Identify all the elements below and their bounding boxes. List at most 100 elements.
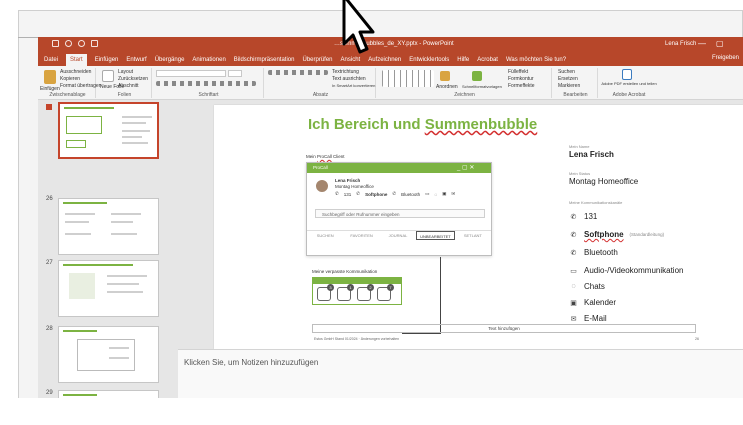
bluetooth-icon: ✆	[392, 191, 397, 196]
slide-marker-icon	[46, 104, 52, 110]
extension-value: 131	[343, 191, 352, 197]
slide-thumbnail-pane[interactable]: 26 27 28 29	[38, 100, 168, 420]
tab-suchen[interactable]: SUCHEN	[307, 231, 343, 240]
missed-call-icon[interactable]: 3	[317, 284, 334, 301]
tab-start[interactable]: Start	[66, 54, 87, 66]
editing-label: Bearbeiten	[563, 92, 588, 98]
chat-icon[interactable]: ◌	[434, 192, 437, 197]
missed-chat-icon[interactable]: 2	[357, 284, 374, 301]
save-icon[interactable]	[52, 40, 59, 47]
mail-icon[interactable]: ✉	[451, 191, 455, 197]
quick-styles-icon[interactable]	[472, 71, 482, 81]
copy-button[interactable]: Kopieren	[60, 76, 80, 82]
undo-icon[interactable]	[65, 40, 72, 47]
new-slide-icon[interactable]	[102, 70, 114, 82]
slide-page-number: 26	[695, 337, 699, 341]
thumbnail-number: 26	[46, 196, 53, 202]
tab-acrobat[interactable]: Acrobat	[477, 57, 498, 63]
shape-fill-button[interactable]: Fülleffekt	[508, 69, 528, 75]
shape-outline-button[interactable]: Formkontur	[508, 76, 534, 82]
slides-label: Folien	[117, 92, 132, 98]
minimize-button[interactable]: —	[698, 39, 706, 48]
tab-bildschirmpraesentation[interactable]: Bildschirmpräsentation	[234, 57, 295, 63]
missed-video-icon[interactable]: 1	[337, 284, 354, 301]
quick-styles-button[interactable]: Schnellformatvorlagen	[462, 84, 502, 89]
arrange-icon[interactable]	[440, 71, 450, 81]
reset-button[interactable]: Zurücksetzen	[118, 76, 148, 82]
ribbon: Einfügen Ausschneiden Kopieren Format üb…	[38, 66, 743, 100]
paste-icon[interactable]	[44, 70, 56, 84]
replace-button[interactable]: Ersetzen	[558, 76, 578, 82]
phone-icon: ✆	[356, 191, 361, 196]
video-icon[interactable]: ▭	[425, 191, 429, 197]
create-pdf-button[interactable]: Adobe PDF erstellen und teilen	[600, 81, 658, 86]
tab-datei[interactable]: Datei	[44, 57, 58, 63]
align-text-button[interactable]: Text ausrichten	[332, 76, 366, 82]
channel-calendar: ▣ Kalender	[570, 298, 617, 307]
calendar-icon[interactable]: ▣	[442, 191, 446, 197]
thumbnail-scrollbar[interactable]	[168, 100, 173, 417]
thumbnail-slide-28[interactable]	[58, 326, 159, 383]
font-format-icons[interactable]	[156, 81, 256, 86]
tab-hilfe[interactable]: Hilfe	[457, 57, 469, 63]
font-size-box[interactable]	[228, 70, 242, 77]
select-button[interactable]: Markieren	[558, 83, 580, 89]
adobe-group: Adobe PDF erstellen und teilen Adobe Acr…	[600, 68, 658, 98]
shape-effects-button[interactable]: Formeffekte	[508, 83, 535, 89]
start-presentation-icon[interactable]	[91, 40, 98, 47]
procall-window-controls[interactable]: _ ▢ ✕	[457, 164, 474, 171]
tab-favoriten[interactable]: FAVORITEN	[343, 231, 379, 240]
thumbnail-slide-26[interactable]	[58, 198, 159, 255]
tab-einfuegen[interactable]: Einfügen	[95, 57, 119, 63]
account-name[interactable]: Lena Frisch	[665, 41, 696, 47]
layout-button[interactable]: Layout	[118, 69, 133, 75]
format-painter-button[interactable]: Format übertragen	[60, 83, 101, 89]
tab-setlant[interactable]: SETLANT	[455, 231, 491, 240]
smartart-button[interactable]: In SmartArt konvertieren	[332, 83, 375, 88]
share-button[interactable]: Freigeben	[712, 55, 739, 61]
title-text-part1: Ich Bereich und	[308, 116, 425, 133]
tell-me-search[interactable]: Was möchten Sie tun?	[506, 57, 566, 63]
procall-user-status[interactable]: Montag Homeoffice	[335, 184, 374, 189]
tab-uebergaenge[interactable]: Übergänge	[155, 57, 185, 63]
video-icon: ▭	[570, 267, 577, 275]
thumbnail-slide-27[interactable]	[58, 260, 159, 317]
tab-journal[interactable]: JOURNAL	[380, 231, 416, 240]
mouse-cursor-icon	[342, 0, 375, 54]
redo-icon[interactable]	[78, 40, 85, 47]
shapes-gallery[interactable]	[382, 70, 434, 87]
summary-bubble[interactable]: 3 1 2 7	[312, 277, 402, 305]
status-value: Montag Homeoffice	[569, 177, 639, 186]
powerpoint-window: …sammenbubbles_de_XY.pptx - PowerPoint L…	[38, 37, 743, 425]
arrange-button[interactable]: Anordnen	[436, 84, 458, 90]
slide-canvas[interactable]: Ich Bereich und Summenbubble Mein ProCal…	[214, 105, 743, 349]
missed-mail-icon[interactable]: 7	[377, 284, 394, 301]
procall-client-label: Mein ProCall Client	[306, 154, 345, 159]
tab-ueberpruefen[interactable]: Überprüfen	[302, 57, 332, 63]
channel-email: ✉ E-Mail	[570, 314, 607, 323]
font-name-box[interactable]	[156, 70, 226, 77]
adobe-pdf-icon[interactable]	[622, 69, 632, 80]
bluetooth-value[interactable]: Bluetooth	[401, 192, 420, 197]
avatar[interactable]	[315, 179, 329, 193]
softphone-value[interactable]: Softphone	[365, 192, 387, 197]
tab-animationen[interactable]: Animationen	[192, 57, 225, 63]
tab-entwicklertools[interactable]: Entwicklertools	[409, 57, 449, 63]
thumbnail-slide-25[interactable]	[58, 102, 159, 159]
maximize-button[interactable]: ▢	[716, 39, 724, 48]
tab-unbearbeitet[interactable]: UNBEARBEITET	[416, 231, 455, 240]
cut-button[interactable]: Ausschneiden	[60, 69, 91, 75]
procall-search-input[interactable]: Suchbegriff oder Rufnummer eingeben	[315, 209, 485, 218]
section-button[interactable]: Abschnitt	[118, 83, 139, 89]
find-button[interactable]: Suchen	[558, 69, 575, 75]
slide-title[interactable]: Ich Bereich und Summenbubble	[308, 116, 537, 133]
procall-client-window[interactable]: ProCall _ ▢ ✕ Lena Frisch Montag Homeoff…	[306, 162, 492, 256]
procall-tabs: SUCHEN FAVORITEN JOURNAL UNBEARBEITET SE…	[307, 230, 491, 240]
add-text-box[interactable]: Text hinzufügen	[312, 324, 696, 333]
list-icons[interactable]	[268, 70, 328, 75]
title-bar: …sammenbubbles_de_XY.pptx - PowerPoint L…	[38, 37, 743, 54]
name-label: Mein Name	[569, 144, 590, 149]
editing-group: Suchen Ersetzen Markieren Bearbeiten	[554, 68, 598, 98]
text-direction-button[interactable]: Textrichtung	[332, 69, 359, 75]
tab-entwurf[interactable]: Entwurf	[126, 57, 146, 63]
